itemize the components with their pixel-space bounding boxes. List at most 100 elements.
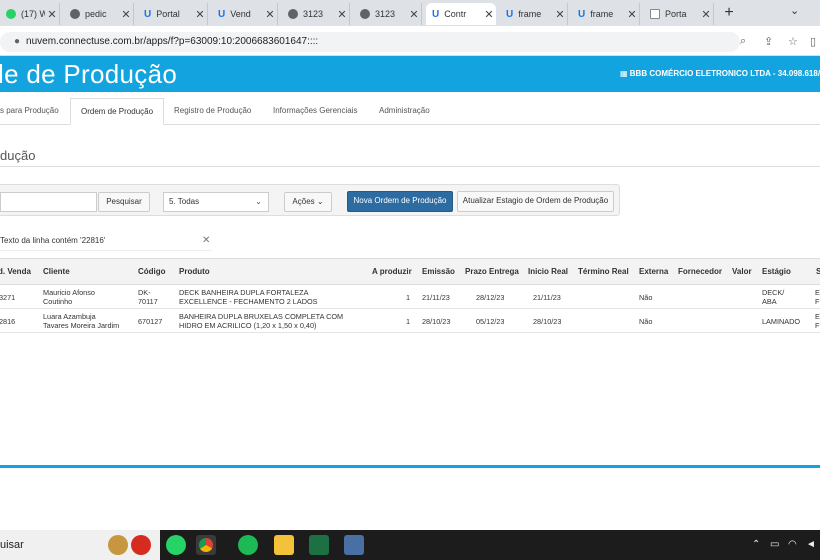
gingerbread-icon[interactable] [108, 535, 128, 555]
col-estagio[interactable]: Estágio [762, 259, 791, 286]
address-bar: ● nuvem.connectuse.com.br/apps/f?p=63009:… [0, 26, 820, 56]
cell-line: 70117 [138, 297, 158, 306]
col-valor[interactable]: Valor [732, 259, 752, 286]
u-logo-icon: U [144, 9, 152, 20]
actions-button[interactable]: Ações ⌄ [284, 192, 332, 212]
bookmark-star-icon[interactable]: ☆ [788, 35, 798, 48]
folder-icon[interactable] [274, 535, 294, 555]
col-cliente[interactable]: Cliente [43, 259, 70, 286]
cell-produto: BANHEIRA DUPLA BRUXELAS COMPLETA COM HIDR… [179, 312, 343, 330]
spotify-icon[interactable] [238, 535, 258, 555]
tab-search-chevron-icon[interactable]: ⌄ [790, 4, 799, 17]
u-logo-icon: U [506, 9, 514, 20]
col-codigo[interactable]: Código [138, 259, 166, 286]
col-venda[interactable]: d. Venda [0, 259, 31, 286]
cell-codigo: DK- 70117 [138, 288, 158, 306]
tab-label: Contr [444, 9, 467, 19]
tray-chevron-up-icon[interactable]: ⌃ [752, 539, 760, 550]
whatsapp-icon [6, 9, 16, 19]
network-icon[interactable]: ▭ [770, 539, 779, 550]
col-a-produzir[interactable]: A produzir [372, 259, 412, 286]
tab-ordem-de-producao[interactable]: Ordem de Produção [70, 98, 165, 125]
close-icon[interactable]: ✕ [699, 8, 713, 21]
close-icon[interactable]: ✕ [202, 231, 210, 251]
col-externa[interactable]: Externa [639, 259, 668, 286]
new-tab-plus-icon[interactable]: + [720, 4, 738, 22]
browser-tab[interactable]: U Portal ✕ [138, 3, 208, 25]
tab-producao[interactable]: s para Produção [0, 98, 69, 125]
taskbar-search-text: uisar [0, 539, 24, 551]
globe-icon [288, 9, 298, 19]
excel-icon[interactable] [309, 535, 329, 555]
tab-label: (17) W [21, 9, 45, 19]
doc-icon [650, 9, 660, 19]
volume-icon[interactable]: ◄ [806, 539, 816, 550]
browser-tab[interactable]: Uframe ✕ [572, 3, 640, 25]
status-select[interactable]: 5. Todas ⌄ [163, 192, 269, 212]
tab-informacoes-gerenciais[interactable]: Informações Gerenciais [263, 98, 367, 125]
close-icon[interactable]: ✕ [625, 8, 639, 21]
active-filter[interactable]: Texto da linha contém '22816' ✕ [0, 231, 212, 251]
browser-tab[interactable]: pedic ✕ [64, 3, 134, 25]
col-emissao[interactable]: Emissão [422, 259, 455, 286]
new-order-button[interactable]: Nova Ordem de Produção [347, 191, 453, 212]
calculator-icon[interactable] [344, 535, 364, 555]
cell-a-produzir: 1 [406, 317, 411, 326]
cell-venda[interactable]: 2816 [0, 317, 15, 326]
close-icon[interactable]: ✕ [553, 8, 567, 21]
company-name: BBB COMÉRCIO ELETRONICO LTDA - 34.098.61… [629, 69, 820, 78]
side-panel-icon[interactable]: ▯ [810, 35, 816, 48]
table-row[interactable]: 3271 Mauricio Afonso Coutinho DK- 70117 DE… [0, 286, 820, 309]
wifi-icon[interactable]: ◠ [788, 539, 797, 550]
close-icon[interactable]: ✕ [263, 8, 277, 21]
widget-icon[interactable] [131, 535, 151, 555]
search-input[interactable] [0, 192, 97, 212]
title-divider [0, 166, 820, 167]
cell-estagio: LAMINADO [762, 317, 800, 326]
browser-tab[interactable]: 3123 ✕ [354, 3, 422, 25]
cell-prazo: 05/12/23 [476, 317, 505, 326]
u-logo-icon: U [578, 9, 586, 20]
close-icon[interactable]: ✕ [407, 8, 421, 21]
col-s[interactable]: S [816, 259, 820, 286]
update-stage-button[interactable]: Atualizar Estagio de Ordem de Produção [457, 191, 614, 212]
whatsapp-icon[interactable] [166, 535, 186, 555]
close-icon[interactable]: ✕ [193, 8, 207, 21]
share-icon[interactable]: ⇪ [764, 35, 773, 48]
u-logo-icon: U [218, 9, 226, 20]
app-header: le de Produção ▦ BBB COMÉRCIO ELETRONICO… [0, 56, 820, 92]
tab-registro-de-producao[interactable]: Registro de Produção [164, 98, 261, 125]
cell-inicio: 21/11/23 [533, 293, 561, 302]
col-fornecedor[interactable]: Fornecedor [678, 259, 722, 286]
browser-tab-bar: (17) W ✕ pedic ✕ U Portal ✕ U Vend ✕ 3123 ✕ 312… [0, 0, 820, 26]
close-icon[interactable]: ✕ [45, 8, 59, 21]
table-row[interactable]: 2816 Luara Azambuja Tavares Moreira Jardi… [0, 310, 820, 333]
browser-tab[interactable]: Porta ✕ [644, 3, 714, 25]
tab-label: 3123 [303, 9, 324, 19]
cell-line: ABA [762, 297, 777, 306]
browser-tab[interactable]: 3123 ✕ [282, 3, 350, 25]
cell-line: Coutinho [43, 297, 73, 306]
col-inicio-real[interactable]: Inicio Real [528, 259, 568, 286]
lock-icon[interactable]: ● [14, 36, 20, 47]
col-termino-real[interactable]: Término Real [578, 259, 629, 286]
col-produto[interactable]: Produto [179, 259, 210, 286]
close-icon[interactable]: ✕ [335, 8, 349, 21]
browser-tab[interactable]: (17) W ✕ [0, 3, 60, 25]
tab-label: frame [518, 9, 542, 19]
col-prazo-entrega[interactable]: Prazo Entrega [465, 259, 519, 286]
browser-tab-active[interactable]: U Contr ✕ [426, 3, 496, 25]
close-icon[interactable]: ✕ [119, 8, 133, 21]
zoom-icon[interactable]: ⌕ [740, 35, 746, 48]
browser-tab[interactable]: U Vend ✕ [212, 3, 278, 25]
cell-line: DECK BANHEIRA DUPLA FORTALEZA [179, 288, 309, 297]
cell-venda[interactable]: 3271 [0, 293, 15, 302]
tab-administracao[interactable]: Administração [369, 98, 440, 125]
search-button[interactable]: Pesquisar [98, 192, 150, 212]
url-field[interactable]: ● nuvem.connectuse.com.br/apps/f?p=63009:… [0, 32, 740, 52]
close-icon[interactable]: ✕ [482, 8, 496, 21]
cell-line: BANHEIRA DUPLA BRUXELAS COMPLETA COM [179, 312, 344, 321]
status-select-value: 5. Todas [169, 197, 200, 206]
chrome-icon[interactable] [196, 535, 216, 555]
browser-tab[interactable]: Uframe ✕ [500, 3, 568, 25]
